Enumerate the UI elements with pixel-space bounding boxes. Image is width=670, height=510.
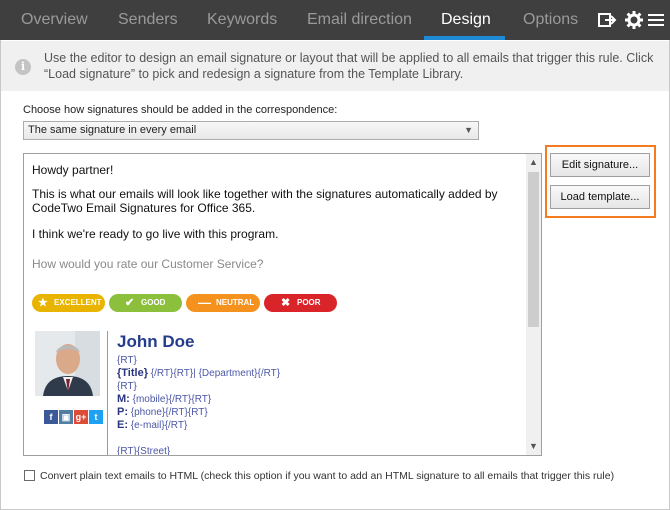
rating-poor-button[interactable]: ✖ POOR bbox=[264, 294, 337, 312]
signature-divider bbox=[107, 331, 108, 455]
edit-signature-button[interactable]: Edit signature... bbox=[550, 153, 650, 177]
tab-overview[interactable]: Overview bbox=[21, 0, 88, 40]
signature-preview[interactable]: Howdy partner! This is what our emails w… bbox=[23, 153, 542, 456]
preview-body: This is what our emails will look like t… bbox=[32, 187, 498, 215]
convert-html-checkbox[interactable] bbox=[24, 470, 35, 481]
signature-mode-select[interactable]: The same signature in every email ▼ bbox=[23, 121, 479, 140]
facebook-icon[interactable]: f bbox=[44, 410, 58, 424]
chevron-up-icon[interactable]: ▲ bbox=[526, 154, 541, 171]
star-icon: ★ bbox=[38, 297, 48, 309]
info-banner: i Use the editor to design an email sign… bbox=[1, 41, 669, 91]
signature-line: {RT} bbox=[117, 381, 137, 392]
tab-options[interactable]: Options bbox=[523, 0, 578, 40]
signature-phone-line: P: {phone}{/RT}{RT} bbox=[117, 406, 208, 418]
info-icon: i bbox=[15, 59, 31, 75]
google-plus-icon[interactable]: g+ bbox=[74, 410, 88, 424]
rating-excellent-button[interactable]: ★ EXCELLENT bbox=[32, 294, 105, 312]
exit-icon[interactable] bbox=[597, 10, 617, 30]
signature-mode-value: The same signature in every email bbox=[28, 124, 197, 136]
signature-email-line: E: {e-mail}{/RT} bbox=[117, 419, 188, 431]
check-icon: ✔ bbox=[125, 297, 135, 309]
info-text: Use the editor to design an email signat… bbox=[44, 51, 654, 81]
rating-question: How would you rate our Customer Service? bbox=[32, 257, 264, 271]
tab-bar: Overview Senders Keywords Email directio… bbox=[0, 0, 670, 40]
preview-content: Howdy partner! This is what our emails w… bbox=[32, 163, 527, 455]
rating-good-button[interactable]: ✔ GOOD bbox=[109, 294, 182, 312]
tab-email-direction[interactable]: Email direction bbox=[307, 0, 412, 40]
rating-neutral-button[interactable]: — NEUTRAL bbox=[186, 294, 260, 312]
tab-keywords[interactable]: Keywords bbox=[207, 0, 277, 40]
signature-name: John Doe bbox=[117, 332, 195, 351]
chevron-down-icon[interactable]: ▼ bbox=[526, 438, 541, 455]
convert-html-label: Convert plain text emails to HTML (check… bbox=[40, 470, 615, 482]
tab-design[interactable]: Design bbox=[441, 0, 491, 40]
minus-icon: — bbox=[198, 295, 211, 310]
signature-mobile-line: M: {mobile}{/RT}{RT} bbox=[117, 393, 212, 405]
preview-greeting: Howdy partner! bbox=[32, 163, 114, 177]
scrollbar-thumb[interactable] bbox=[528, 172, 539, 327]
x-icon: ✖ bbox=[281, 297, 291, 309]
twitter-icon[interactable]: t bbox=[89, 410, 103, 424]
instagram-icon[interactable]: ▣ bbox=[59, 410, 73, 424]
chevron-down-icon: ▼ bbox=[464, 125, 473, 135]
signature-street-line: {RT}{Street} bbox=[117, 446, 171, 456]
signature-line: {RT} bbox=[117, 355, 137, 366]
gear-icon[interactable] bbox=[624, 10, 644, 30]
preview-scrollbar[interactable]: ▲ ▼ bbox=[526, 154, 541, 455]
tab-senders[interactable]: Senders bbox=[118, 0, 178, 40]
avatar bbox=[35, 331, 100, 396]
signature-details: John Doe {RT} {Title} {/RT}{RT}| {Depart… bbox=[117, 331, 281, 456]
signature-block: f ▣ g+ t John Doe {RT} {Title} {/RT}{RT}… bbox=[32, 331, 527, 456]
load-template-button[interactable]: Load template... bbox=[550, 185, 650, 209]
signature-mode-label: Choose how signatures should be added in… bbox=[23, 104, 338, 116]
preview-closing: I think we're ready to go live with this… bbox=[32, 227, 279, 241]
hamburger-menu-icon[interactable] bbox=[646, 10, 666, 30]
signature-title-line: {Title} {/RT}{RT}| {Department}{/RT} bbox=[117, 367, 281, 379]
